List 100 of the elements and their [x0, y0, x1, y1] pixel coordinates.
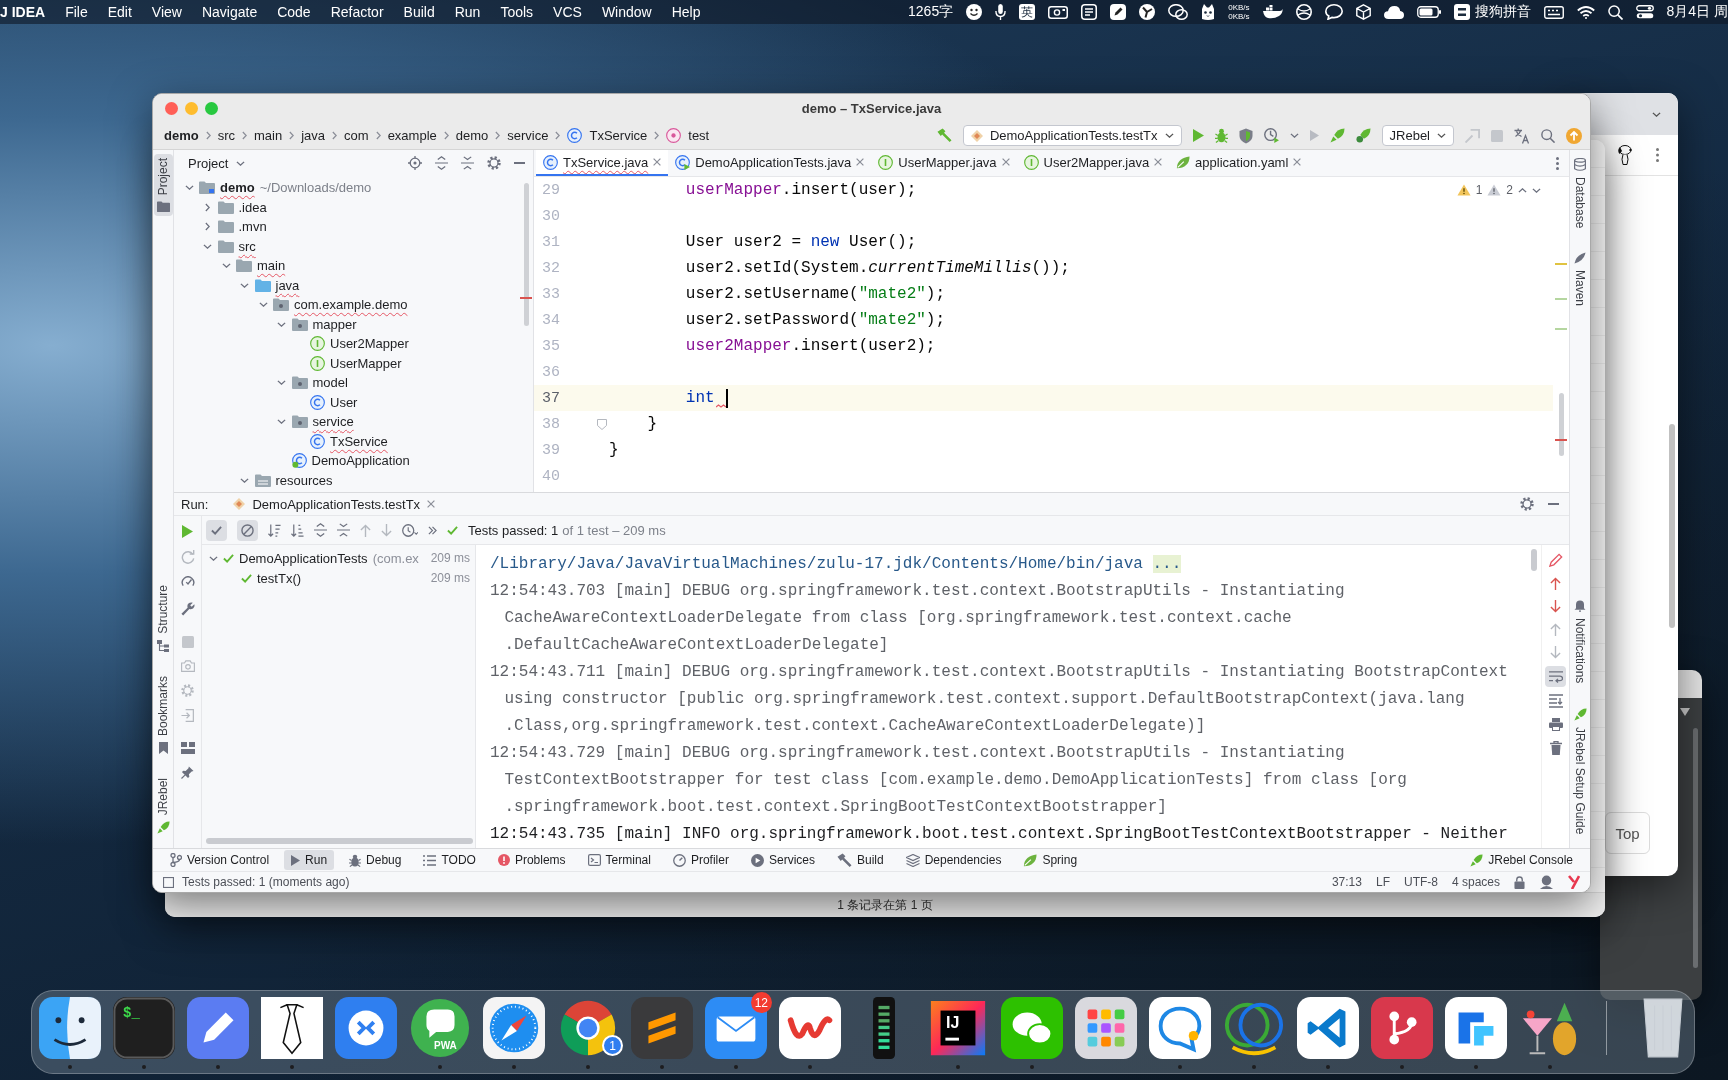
- triangle-down-icon[interactable]: [1680, 708, 1690, 716]
- leaf-arrow-icon[interactable]: [1470, 853, 1484, 867]
- chevron-down-icon[interactable]: [277, 419, 286, 425]
- tree-item[interactable]: main: [257, 258, 286, 274]
- scrollbar-thumb[interactable]: [524, 183, 529, 326]
- trash-icon[interactable]: [1549, 741, 1562, 755]
- scrollbar-thumb[interactable]: [1531, 549, 1537, 571]
- tree-item[interactable]: java: [275, 277, 300, 293]
- shield-icon[interactable]: [1238, 127, 1253, 144]
- wave-app-icon[interactable]: [779, 997, 841, 1059]
- chevron-right-icon[interactable]: [205, 202, 210, 212]
- app-grid-icon[interactable]: [1075, 997, 1137, 1059]
- line-ending[interactable]: LF: [1375, 875, 1390, 889]
- branch-app-icon[interactable]: [1371, 997, 1433, 1059]
- menu-item[interactable]: VCS: [543, 4, 592, 20]
- tool-window-button[interactable]: JRebel: [153, 773, 173, 838]
- arrow-up-icon[interactable]: [1550, 577, 1561, 590]
- chevron-down-icon[interactable]: [184, 185, 194, 191]
- weak-warning-count[interactable]: 2: [1506, 183, 1513, 197]
- chevron-down-icon[interactable]: [277, 380, 286, 386]
- change-stripe-marker[interactable]: [1555, 298, 1567, 300]
- menu-item[interactable]: View: [141, 4, 192, 20]
- close-icon[interactable]: [856, 158, 865, 166]
- breadcrumb[interactable]: demo: [164, 128, 199, 143]
- bug-icon[interactable]: [349, 853, 362, 867]
- y-logo-icon[interactable]: [1568, 875, 1580, 889]
- close-icon[interactable]: [427, 500, 436, 508]
- hammer-icon[interactable]: [836, 852, 852, 868]
- crosshair-icon[interactable]: [408, 156, 422, 170]
- ribbon-app-icon[interactable]: [1297, 997, 1359, 1059]
- fan-icon[interactable]: [1139, 4, 1156, 20]
- tie-sketch-icon[interactable]: [261, 997, 323, 1059]
- breadcrumb[interactable]: TxService: [589, 128, 648, 143]
- tool-window-tab[interactable]: Build: [829, 850, 891, 870]
- tool-window-tab[interactable]: JRebel Console: [1463, 850, 1580, 870]
- menu-item[interactable]: Navigate: [191, 4, 268, 20]
- tool-window-tab[interactable]: Terminal: [580, 850, 658, 870]
- editor-tab[interactable]: User2Mapper.java: [1016, 150, 1170, 176]
- tree-item[interactable]: DemoApplication: [311, 453, 410, 469]
- trash-icon[interactable]: [1642, 997, 1684, 1059]
- clock[interactable]: 8月4日 周: [1666, 3, 1728, 21]
- leaf-arrow-icon[interactable]: [156, 821, 170, 834]
- double-chevron-icon[interactable]: [428, 525, 437, 535]
- tool-window-tab[interactable]: Spring: [1016, 850, 1085, 870]
- breadcrumb[interactable]: service: [507, 128, 549, 143]
- editor-tab[interactable]: DemoApplicationTests.java: [668, 150, 872, 176]
- close-icon[interactable]: [1001, 158, 1010, 166]
- editor-tab[interactable]: UserMapper.java: [871, 150, 1017, 176]
- collapse-all-icon[interactable]: [461, 156, 474, 170]
- tree-item[interactable]: User: [330, 394, 358, 410]
- back-to-top-button[interactable]: Top: [1605, 812, 1650, 854]
- breadcrumb[interactable]: com: [344, 128, 369, 143]
- scrollbar-thumb[interactable]: [206, 838, 473, 844]
- menu-item[interactable]: Edit: [97, 4, 142, 20]
- sort-alphabetical-icon[interactable]: [268, 523, 281, 537]
- menu-item[interactable]: Refactor: [320, 4, 394, 20]
- chat-bubbles-app-icon[interactable]: [1001, 997, 1063, 1059]
- expand-all-icon[interactable]: [314, 523, 327, 537]
- word-count[interactable]: 1265字: [908, 3, 954, 21]
- settings-icon[interactable]: [1520, 497, 1534, 511]
- tool-window-tab[interactable]: Services: [743, 850, 822, 870]
- weak-warning-icon[interactable]: [1487, 184, 1502, 196]
- tool-window-button[interactable]: Project: [153, 154, 173, 217]
- scroll-to-end-icon[interactable]: [1548, 694, 1563, 708]
- menu-item[interactable]: Window: [591, 4, 662, 20]
- warning-count[interactable]: 1: [1475, 183, 1483, 197]
- tool-window-tab[interactable]: Version Control: [163, 850, 277, 870]
- filter-toggle[interactable]: [206, 519, 227, 541]
- error-stripe-marker[interactable]: [1555, 439, 1567, 441]
- tool-window-button[interactable]: JRebel Setup Guide: [1570, 703, 1590, 838]
- run-icon[interactable]: [182, 525, 193, 538]
- tool-window-tab[interactable]: Problems: [490, 850, 573, 870]
- scrollbar-thumb[interactable]: [1693, 728, 1698, 968]
- tool-window-button[interactable]: Bookmarks: [153, 671, 173, 758]
- scrollbar-thumb[interactable]: [1669, 424, 1675, 628]
- menu-item[interactable]: Tools: [490, 4, 544, 20]
- tool-window-tab[interactable]: Profiler: [665, 850, 736, 870]
- chat-bubbles-icon[interactable]: [1168, 4, 1189, 20]
- settings-icon[interactable]: [487, 156, 501, 170]
- level-meter-icon[interactable]: [873, 997, 895, 1059]
- cube-icon[interactable]: [1355, 4, 1371, 20]
- run-configuration-dropdown[interactable]: DemoApplicationTests.testTx: [962, 125, 1182, 146]
- expand-all-icon[interactable]: [435, 156, 448, 170]
- envelope-app-icon[interactable]: [705, 997, 767, 1059]
- menu-item[interactable]: Help: [661, 4, 711, 20]
- wrench-icon[interactable]: [180, 602, 195, 616]
- face-app-icon[interactable]: [39, 997, 101, 1059]
- collapse-all-icon[interactable]: [337, 523, 350, 537]
- sort-duration-icon[interactable]: [291, 523, 304, 537]
- arrow-down-icon[interactable]: [1550, 600, 1561, 613]
- terminal-app-icon[interactable]: $_: [113, 997, 175, 1059]
- tree-item[interactable]: service: [312, 414, 354, 430]
- fold-marker-icon[interactable]: [597, 418, 607, 430]
- tree-item[interactable]: TxService: [330, 433, 388, 449]
- panel-toggle-icon[interactable]: [163, 876, 174, 888]
- menu-item[interactable]: File: [55, 4, 98, 20]
- filter-toggle[interactable]: [237, 519, 258, 541]
- tool-window-tab[interactable]: Dependencies: [898, 850, 1009, 870]
- chevron-right-icon[interactable]: [205, 222, 210, 232]
- scrollbar-thumb[interactable]: [1559, 393, 1564, 456]
